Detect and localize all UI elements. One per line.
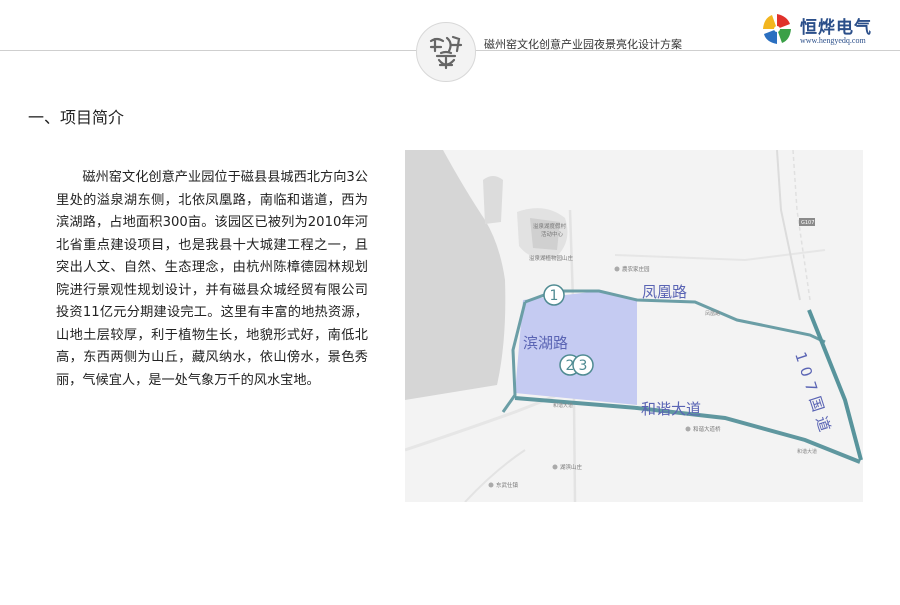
fenghuang-road-label: 凤凰路 — [642, 283, 687, 301]
poi-hexie-bridge-label: 和谐大道桥 — [693, 425, 721, 433]
hexie-small-label: 和谐大道 — [553, 402, 573, 409]
hexie-small-label-east: 和谐大道 — [797, 448, 817, 455]
hengye-pinwheel-icon — [763, 14, 791, 44]
brand-name: 恒烨电气 — [800, 18, 872, 38]
g107-shield-label: G107 — [801, 220, 814, 226]
small-grey-block — [483, 176, 503, 224]
poi-lakeside-villa-label: 湖滨山庄 — [560, 463, 583, 471]
seal-calligraphy-icon — [429, 35, 463, 70]
marker-1-label: 1 — [550, 288, 559, 304]
poi-dongwu-label: 东武仕镇 — [496, 481, 519, 489]
poi-pin-icon — [685, 426, 691, 432]
project-intro-paragraph: 磁州窑文化创意产业园位于磁县县城西北方向3公里处的溢泉湖东侧，北依凤凰路，南临和… — [56, 170, 368, 388]
poi-pin-icon — [552, 464, 558, 470]
binhu-road-label: 滨湖路 — [523, 334, 568, 352]
site-location-map: 1 2 3 凤凰路 滨湖路 和谐大道 107国道 溢泉湖度假村 活动中心 溢泉湖… — [405, 150, 863, 502]
marker-1[interactable]: 1 — [543, 284, 565, 306]
poi-pin-icon — [488, 482, 494, 488]
marker-3[interactable]: 3 — [572, 354, 594, 376]
cizhou-kiln-seal-logo — [416, 22, 476, 82]
document-title: 磁州窑文化创意产业园夜景亮化设计方案 — [484, 38, 682, 51]
hexie-road-label: 和谐大道 — [641, 400, 701, 418]
fenghuang-small-label: 凤凰路 — [705, 310, 720, 317]
poi-hot-spring-label: 溢泉湖度假村 — [533, 222, 567, 230]
section-title: 一、项目简介 — [28, 108, 125, 127]
brand-logo: 恒烨电气 www.hengyedq.com — [760, 10, 890, 50]
poi-pin-icon — [614, 266, 620, 272]
poi-activity-center-label: 活动中心 — [541, 230, 564, 238]
brand-url: www.hengyedq.com — [800, 36, 866, 45]
poi-plant-garden-label: 溢泉湖植物园山庄 — [529, 254, 574, 262]
poi-nongjia-label: 農农家庄园 — [622, 265, 650, 273]
marker-3-label: 3 — [579, 358, 588, 374]
